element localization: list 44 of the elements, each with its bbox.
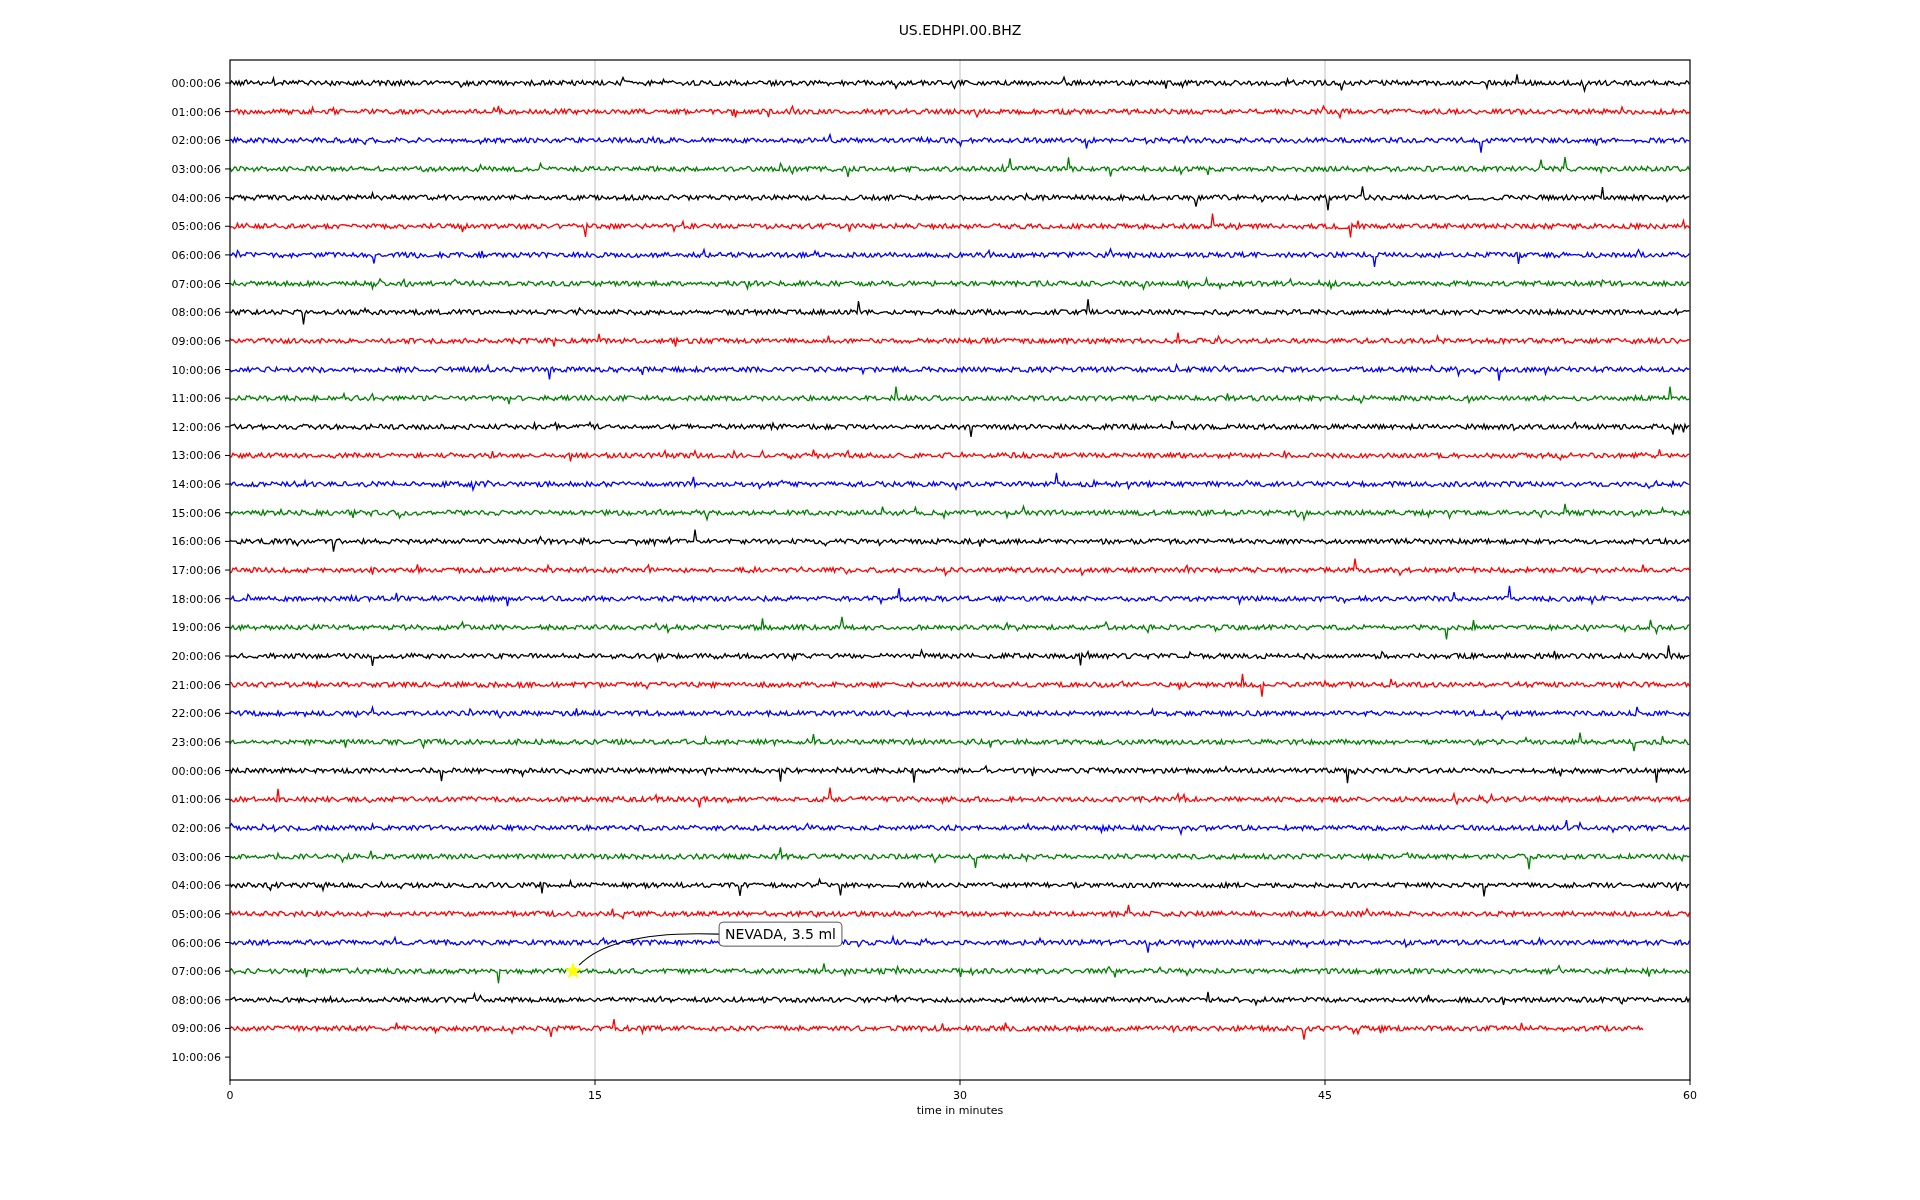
y-tick-label: 16:00:06 [171,535,221,549]
x-tick-label: 60 [1683,1089,1697,1102]
y-tick-label: 08:00:06 [171,993,221,1007]
y-tick-label: 05:00:06 [171,220,221,234]
y-tick-label: 11:00:06 [171,392,221,406]
y-tick-label: 05:00:06 [171,907,221,921]
star-marker [564,962,582,979]
y-tick-label: 19:00:06 [171,621,221,635]
chart-title: US.EDHPI.00.BHZ [898,22,1022,38]
y-tick-label: 23:00:06 [171,735,221,749]
y-tick-label: 06:00:06 [171,936,221,950]
y-tick-label: 20:00:06 [171,650,221,663]
y-tick-label: 07:00:06 [171,965,221,979]
y-tick-label: 02:00:06 [171,134,221,148]
y-tick-label: 09:00:06 [171,1022,221,1036]
x-axis-label: time in minutes [916,1104,1004,1117]
y-tick-label: 08:00:06 [171,306,221,320]
y-tick-label: 10:00:06 [171,363,221,377]
event-label: NEVADA, 3.5 ml [718,921,843,947]
y-tick-label: 15:00:06 [171,506,221,520]
y-tick-label: 01:00:06 [171,793,221,807]
y-tick-label: 17:00:06 [171,564,221,578]
y-tick-label: 03:00:06 [171,162,221,176]
y-tick-label: 10:00:06 [171,1051,221,1065]
y-tick-label: 03:00:06 [171,850,221,864]
x-tick-label: 45 [1318,1089,1332,1102]
y-tick-label: 14:00:06 [171,478,221,492]
y-tick-label: 00:00:06 [171,77,221,90]
y-tick-label: 04:00:06 [171,879,221,893]
y-tick-label: 21:00:06 [171,678,221,692]
y-tick-label: 09:00:06 [171,334,221,348]
y-tick-label: 12:00:06 [171,420,221,434]
y-tick-label: 04:00:06 [171,191,221,205]
x-tick-label: 0 [226,1089,234,1102]
y-tick-label: 07:00:06 [171,277,221,291]
y-tick-label: 06:00:06 [171,248,221,262]
x-tick-label: 15 [588,1089,602,1102]
x-tick-label: 30 [953,1089,967,1102]
y-tick-label: 22:00:06 [171,707,221,721]
y-tick-label: 01:00:06 [171,105,221,119]
y-tick-label: 18:00:06 [171,592,221,606]
y-tick-label: 00:00:06 [171,764,221,778]
y-tick-label: 13:00:06 [171,449,221,463]
y-tick-label: 02:00:06 [171,821,221,835]
